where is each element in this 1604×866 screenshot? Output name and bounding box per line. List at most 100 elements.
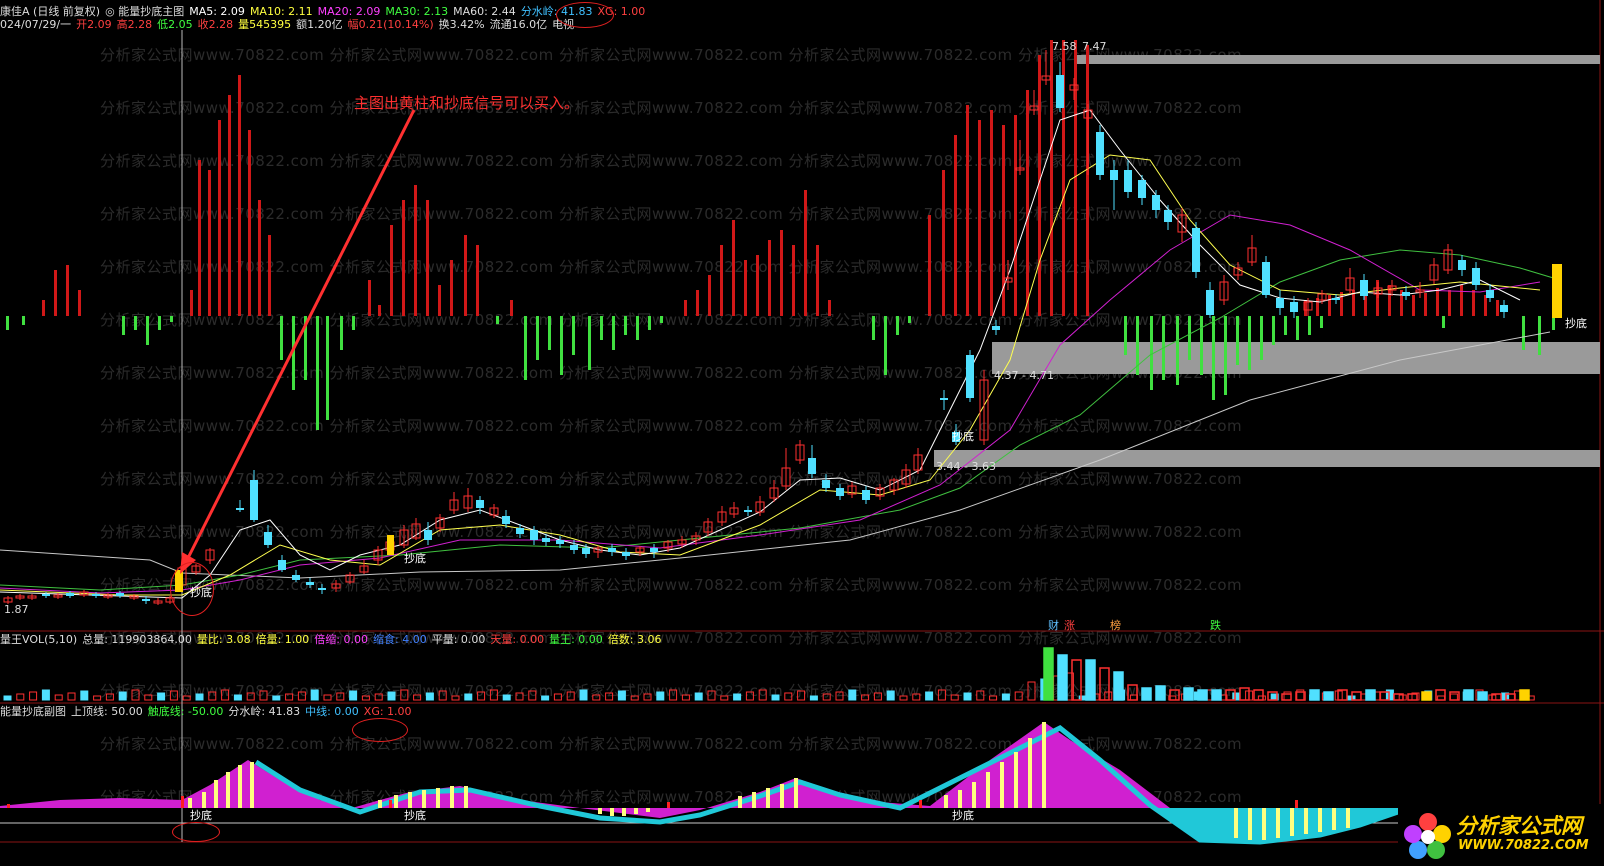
candle-body-down [1360,280,1368,296]
energy-bar-positive [66,265,69,316]
volume-bar [989,695,998,701]
header-field: 倍缩: 0.00 [314,633,368,646]
sub-bottom-signal-label: 抄底 [190,809,212,822]
sub-energy-stripe [202,792,206,808]
volume-bar [515,692,524,701]
sub-energy-stripe [598,808,602,814]
flag-die: 跌 [1210,619,1221,632]
sub-signal-tick [919,800,922,808]
volume-bar [733,693,742,701]
energy-bar-positive [1472,290,1475,316]
stock-chart-window: 分析家公式网www.70822.com 分析家公式网www.70822.com … [0,0,1604,866]
sub-energy-stripe [738,796,742,808]
sub-energy-stripe [250,762,254,808]
energy-bar-positive [78,290,81,316]
volume-bar [835,691,844,701]
energy-bar-positive [1496,300,1499,316]
sub-bottom-signal-label: 抄底 [952,809,974,822]
volume-bar [502,694,511,701]
volume-bar [451,695,460,701]
header-field: 天量: 0.00 [490,633,545,646]
volume-bar [643,693,652,701]
candle-body-down [744,510,752,512]
energy-bar-negative [572,316,575,355]
high-price-label: 7.58 [1052,40,1077,53]
volume-bar [489,689,498,701]
sub-energy-stripe [1028,738,1032,808]
candle-body-down [318,588,326,590]
bottom-signal-label: 抄底 [404,552,426,565]
volume-bar [592,694,601,701]
candle-body-down [1500,305,1508,312]
sub-energy-stripe [226,772,230,808]
sub-signal-tick [1295,800,1298,808]
energy-bar-positive [1328,295,1331,316]
sub-energy-stripe [646,808,650,812]
volume-bar-large [1183,687,1194,701]
energy-bar-negative [884,316,887,375]
volume-bar [656,691,665,701]
candle-body-down [808,458,816,474]
energy-bar-negative [158,316,161,330]
sub-energy-stripe [214,780,218,808]
sub-energy-area-cyan [1150,805,1398,842]
energy-bar-positive [1340,292,1343,316]
volume-bar [93,695,102,701]
candle-body-down [1276,298,1284,308]
volume-bar [1449,693,1458,701]
sub-energy-stripe [1262,808,1266,840]
candle-body-down [264,532,272,545]
energy-bar-negative [1522,316,1525,350]
volume-bar [336,692,345,701]
volume-bar-large [1477,691,1488,701]
candle-body-down [116,593,124,596]
sub-energy-stripe [634,808,638,814]
yellow-buy-candle [387,535,394,555]
energy-bar-negative [326,316,329,420]
candle-body-down [622,552,630,556]
volume-bar [937,689,946,701]
resistance-zone-top [1077,55,1600,64]
volume-bar [29,691,38,701]
candle-body-down [556,540,564,544]
volume-bar [669,689,678,701]
sub-energy-stripe [1290,808,1294,836]
sub-energy-stripe [1042,722,1046,808]
energy-bar-negative [1296,316,1299,340]
candle-body-down [582,548,590,554]
chart-canvas[interactable] [0,0,1604,866]
candle-body-down [966,355,974,398]
sub-energy-stripe [464,786,468,808]
volume-bar [758,689,767,701]
candle-body-down [1138,180,1146,198]
sub-energy-stripe [944,795,948,808]
volume-bar [848,689,857,701]
sub-energy-stripe [766,788,770,808]
energy-bar-positive [1014,115,1017,316]
energy-bar-negative [280,316,283,360]
energy-bar-positive [942,170,945,316]
volume-bar [950,694,959,701]
energy-bar-positive [804,190,807,316]
volume-bar [605,692,614,701]
energy-bar-positive [696,290,699,316]
volume-bar-large [1309,689,1320,701]
volume-bar [1014,691,1023,701]
header-field: 量比: 3.08 [196,633,251,646]
energy-bar-negative [536,316,539,360]
volume-bar [899,695,908,701]
volume-bar [323,694,332,701]
energy-bar-negative [896,316,899,335]
volume-bar [131,689,140,701]
candle-body-down [650,548,658,552]
energy-bar-positive [464,235,467,316]
sub-energy-stripe [1304,808,1308,834]
energy-bar-positive [1424,293,1427,316]
xg-highlight-circle [556,2,614,28]
candle-body-down [530,530,538,540]
energy-bar-negative [1308,316,1311,335]
sub-energy-stripe [780,784,784,808]
energy-bar-negative [316,316,319,430]
energy-bar-positive [928,215,931,316]
energy-bar-negative [1552,316,1555,330]
